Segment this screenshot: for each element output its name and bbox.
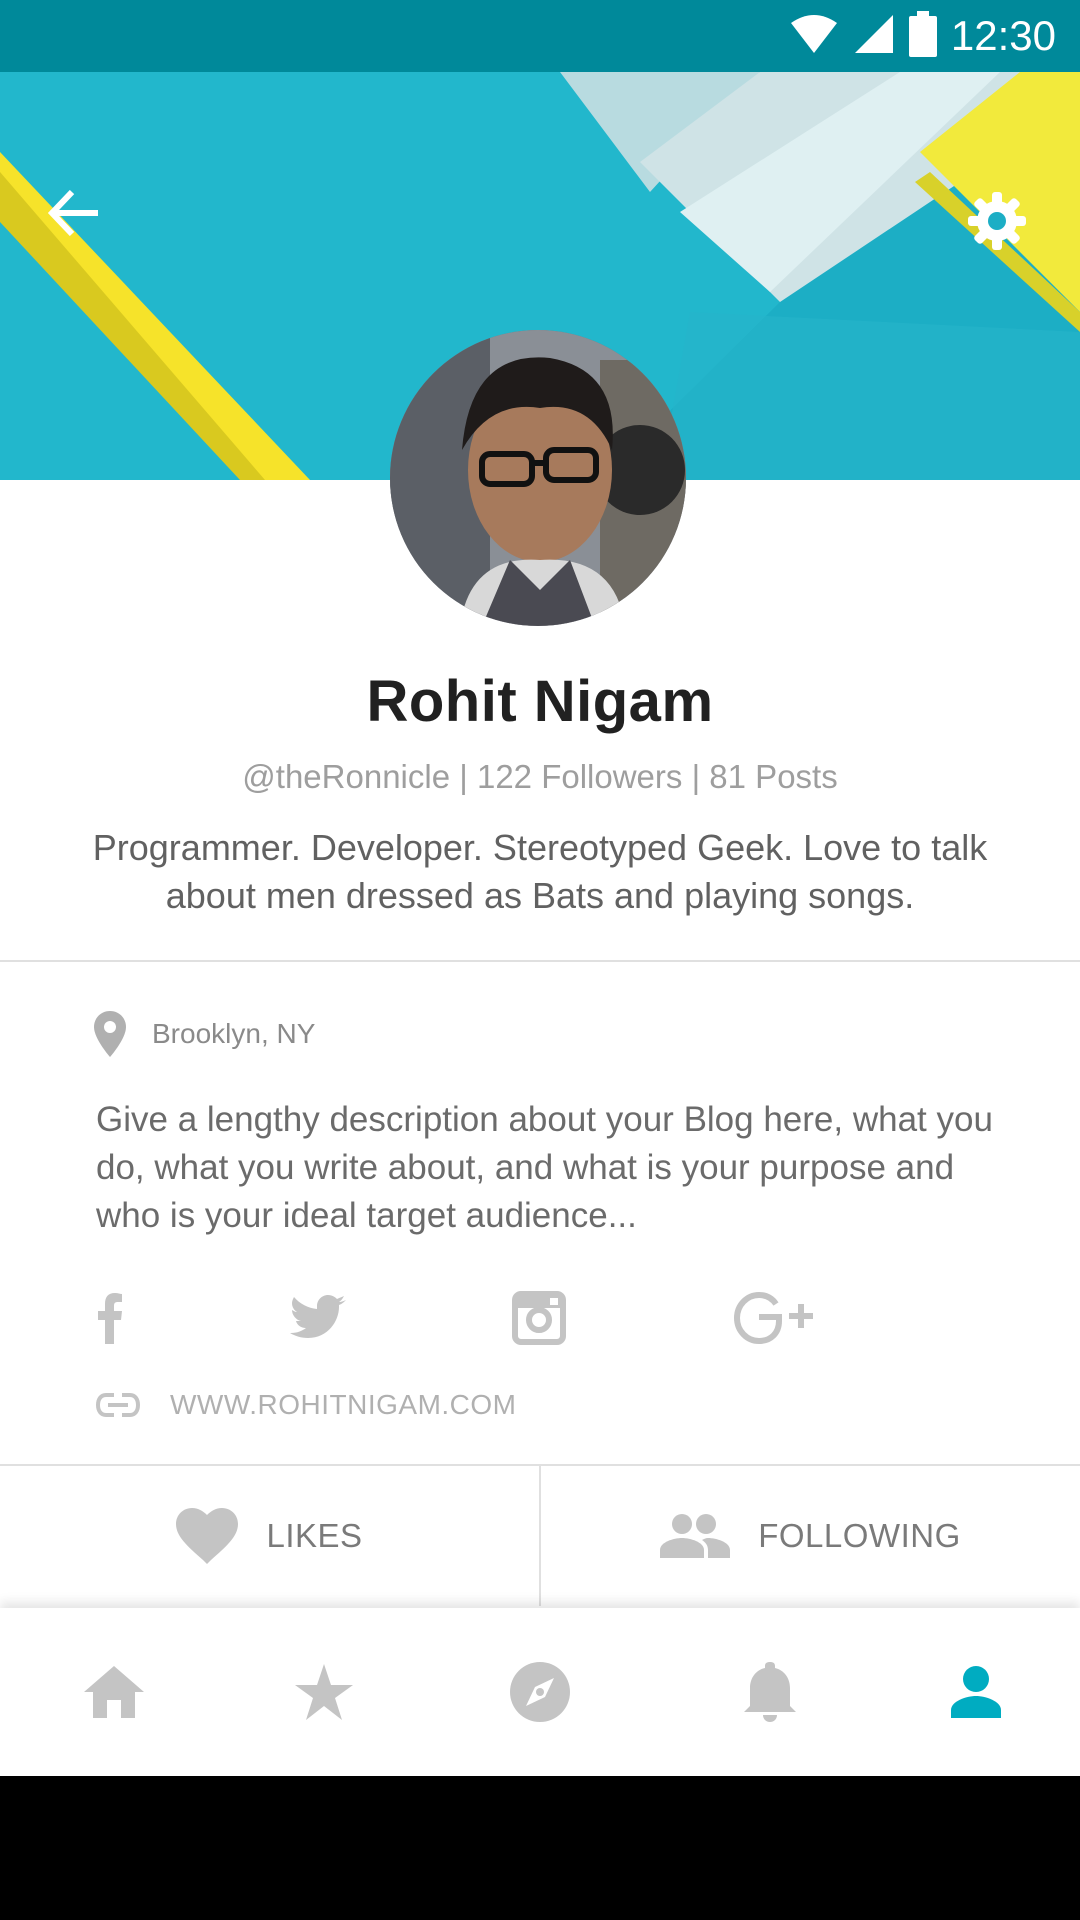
gear-icon bbox=[968, 192, 1026, 250]
following-label: FOLLOWING bbox=[758, 1517, 961, 1554]
avatar-photo bbox=[390, 330, 686, 626]
profile-name: Rohit Nigam bbox=[366, 669, 714, 734]
back-button[interactable] bbox=[48, 190, 120, 262]
arrow-back-icon bbox=[48, 190, 98, 236]
people-icon bbox=[660, 1514, 731, 1558]
instagram-icon bbox=[512, 1291, 566, 1345]
heart-icon bbox=[176, 1508, 239, 1564]
nav-home[interactable] bbox=[54, 1608, 174, 1776]
google-plus-icon bbox=[733, 1291, 813, 1345]
system-navigation-bar bbox=[0, 1776, 1080, 1920]
website-text: WWW.ROHITNIGAM.COM bbox=[170, 1389, 517, 1420]
person-icon bbox=[951, 1666, 1001, 1718]
star-icon bbox=[295, 1664, 353, 1720]
link-icon bbox=[96, 1393, 140, 1417]
wifi-icon bbox=[789, 13, 839, 60]
instagram-button[interactable] bbox=[510, 1288, 568, 1348]
battery-icon bbox=[908, 10, 937, 62]
facebook-icon bbox=[98, 1293, 122, 1344]
following-button[interactable]: FOLLOWING bbox=[541, 1466, 1080, 1606]
google-plus-button[interactable] bbox=[732, 1288, 818, 1348]
profile-tabs: LIKES FOLLOWING bbox=[0, 1466, 1080, 1606]
profile-meta: @theRonnicle | 122 Followers | 81 Posts bbox=[242, 758, 838, 795]
blog-description: Give a lengthy description about your Bl… bbox=[96, 1100, 993, 1235]
status-icons: 12:30 bbox=[789, 10, 1056, 62]
home-icon bbox=[84, 1666, 144, 1718]
bell-icon bbox=[744, 1662, 796, 1722]
likes-label: LIKES bbox=[266, 1517, 363, 1554]
twitter-button[interactable] bbox=[286, 1288, 350, 1348]
explore-icon bbox=[510, 1662, 570, 1722]
nav-notifications[interactable] bbox=[710, 1608, 830, 1776]
nav-explore[interactable] bbox=[480, 1608, 600, 1776]
status-bar: 12:30 bbox=[0, 0, 1080, 72]
nav-profile[interactable] bbox=[916, 1608, 1036, 1776]
location-pin-icon bbox=[94, 1011, 126, 1057]
likes-button[interactable]: LIKES bbox=[0, 1466, 539, 1606]
nav-favorites[interactable] bbox=[264, 1608, 384, 1776]
twitter-icon bbox=[290, 1295, 346, 1338]
location-row: Brooklyn, NY bbox=[94, 1006, 315, 1062]
profile-bio: Programmer. Developer. Stereotyped Geek.… bbox=[92, 827, 988, 916]
status-time: 12:30 bbox=[950, 12, 1056, 59]
website-link[interactable]: WWW.ROHITNIGAM.COM bbox=[96, 1380, 517, 1430]
section-divider bbox=[0, 960, 1080, 962]
location-text: Brooklyn, NY bbox=[152, 1018, 316, 1049]
facebook-button[interactable] bbox=[90, 1288, 130, 1348]
avatar[interactable] bbox=[390, 330, 686, 626]
bottom-navigation bbox=[0, 1608, 1080, 1776]
settings-button[interactable] bbox=[966, 190, 1042, 266]
signal-icon bbox=[853, 13, 895, 60]
